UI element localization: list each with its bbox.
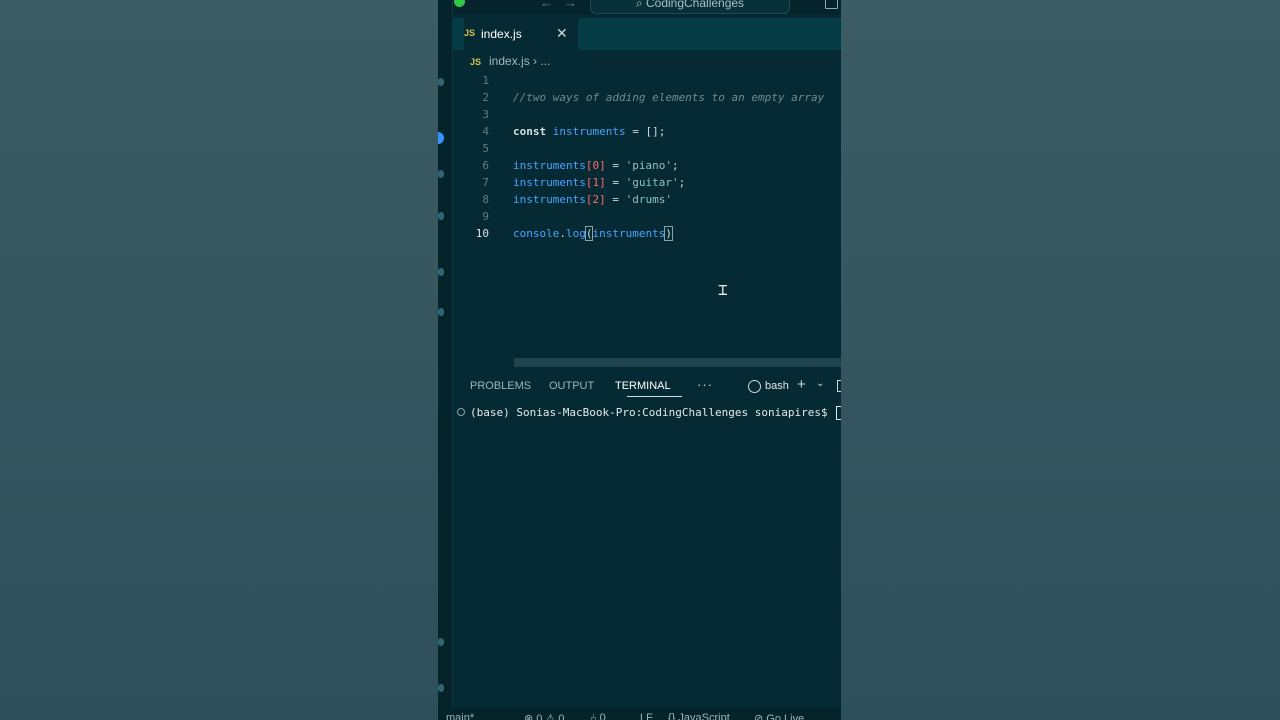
tab-output[interactable]: OUTPUT [549,380,594,392]
breadcrumb-symbols[interactable]: ... [540,54,550,68]
code-editor[interactable]: 1 2 //two ways of adding elements to an e… [452,70,841,358]
language-mode[interactable]: {} JavaScript [668,712,730,720]
remote-icon[interactable] [438,268,444,276]
eol-indicator[interactable]: LF [640,712,653,720]
code-text: console.log(instruments) [513,226,673,241]
close-icon[interactable]: ✕ [556,25,568,42]
code-line-active: 10 console.log(instruments) [452,225,841,242]
editor-tabs: JS index.js ✕ [452,18,841,50]
line-number: 9 [482,210,489,223]
tab-problems[interactable]: PROBLEMS [470,380,531,392]
go-live-button[interactable]: ⊘ Go Live [754,712,804,720]
vscode-window: ← → ⌕ CodingChallenges JS index.js ✕ JS i… [438,0,841,720]
problems-indicator[interactable]: ⊗ 0 ⚠ 0 [524,712,564,720]
ports-indicator[interactable]: ⑃ 0 [590,712,606,720]
panel-header: PROBLEMS OUTPUT TERMINAL ··· bash + ⌄ [452,374,841,398]
right-backdrop [841,0,1280,720]
line-number: 7 [482,176,489,189]
forward-arrow-icon[interactable]: → [564,0,577,10]
activity-bar [438,0,453,720]
breadcrumb: JS index.js › ... [470,54,550,70]
line-number: 5 [482,142,489,155]
search-icon: ⌕ [635,0,646,10]
line-number: 4 [482,125,489,138]
code-line: 4 const instruments = []; [452,123,841,140]
horizontal-scrollbar[interactable] [514,358,841,367]
more-actions-icon[interactable]: ··· [697,377,713,392]
tab-label: index.js [481,27,522,41]
code-line: 5 [452,140,841,157]
terminal-output[interactable]: (base) Sonias-MacBook-Pro:CodingChalleng… [452,404,841,704]
code-line: 1 [452,72,841,89]
chevron-right-icon: › [533,54,538,68]
tab-terminal[interactable]: TERMINAL [615,380,671,392]
branch-indicator[interactable]: main* [446,712,474,720]
code-line: 3 [452,106,841,123]
scm-badge-icon[interactable] [438,132,444,144]
line-number: 8 [482,193,489,206]
code-line: 8 instruments[2] = 'drums' [452,191,841,208]
code-line: 6 instruments[0] = 'piano'; [452,157,841,174]
tab-index-js[interactable]: JS index.js ✕ [464,18,578,50]
new-terminal-icon[interactable]: + [797,376,806,393]
active-tab-indicator [627,396,682,397]
javascript-file-icon: JS [464,28,476,38]
code-text: instruments[0] = 'piano'; [513,159,679,172]
account-icon[interactable] [438,638,444,646]
code-text: instruments[2] = 'drums' [513,193,672,206]
extensions-icon[interactable] [438,212,444,220]
breadcrumb-file[interactable]: index.js [489,54,530,68]
left-backdrop [0,0,438,720]
status-bar: main* ⊗ 0 ⚠ 0 ⑃ 0 LF {} JavaScript ⊘ Go … [438,708,841,720]
command-status-icon [457,408,465,416]
terminal-shell-label[interactable]: bash [765,380,789,392]
settings-gear-icon[interactable] [438,684,444,692]
debug-icon[interactable] [438,170,444,178]
split-terminal-icon[interactable] [837,380,841,392]
comment-text: //two ways of adding elements to an empt… [513,91,825,104]
toggle-layout-icon[interactable] [825,0,838,9]
line-number: 2 [482,91,489,104]
line-number: 3 [482,108,489,121]
line-number: 10 [475,227,489,240]
code-text: instruments[1] = 'guitar'; [513,176,686,189]
code-line: 7 instruments[1] = 'guitar'; [452,174,841,191]
testing-icon[interactable] [438,308,444,316]
terminal-cursor [836,406,841,420]
back-arrow-icon[interactable]: ← [540,0,553,10]
command-center-search[interactable]: ⌕ CodingChallenges [590,0,790,14]
line-number: 6 [482,159,489,172]
terminal-shell-icon [748,380,761,393]
code-text: const instruments = []; [513,125,666,138]
title-bar: ← → ⌕ CodingChallenges [438,0,841,14]
zoom-button[interactable] [454,0,465,7]
code-line: 9 [452,208,841,225]
chevron-down-icon[interactable]: ⌄ [816,378,824,389]
explorer-icon[interactable] [438,78,444,86]
terminal-prompt: (base) Sonias-MacBook-Pro:CodingChalleng… [470,404,841,421]
text-cursor-icon: ⌶ [718,280,728,299]
code-line: 2 //two ways of adding elements to an emp… [452,89,841,106]
javascript-file-icon: JS [470,57,482,67]
line-number: 1 [482,74,489,87]
